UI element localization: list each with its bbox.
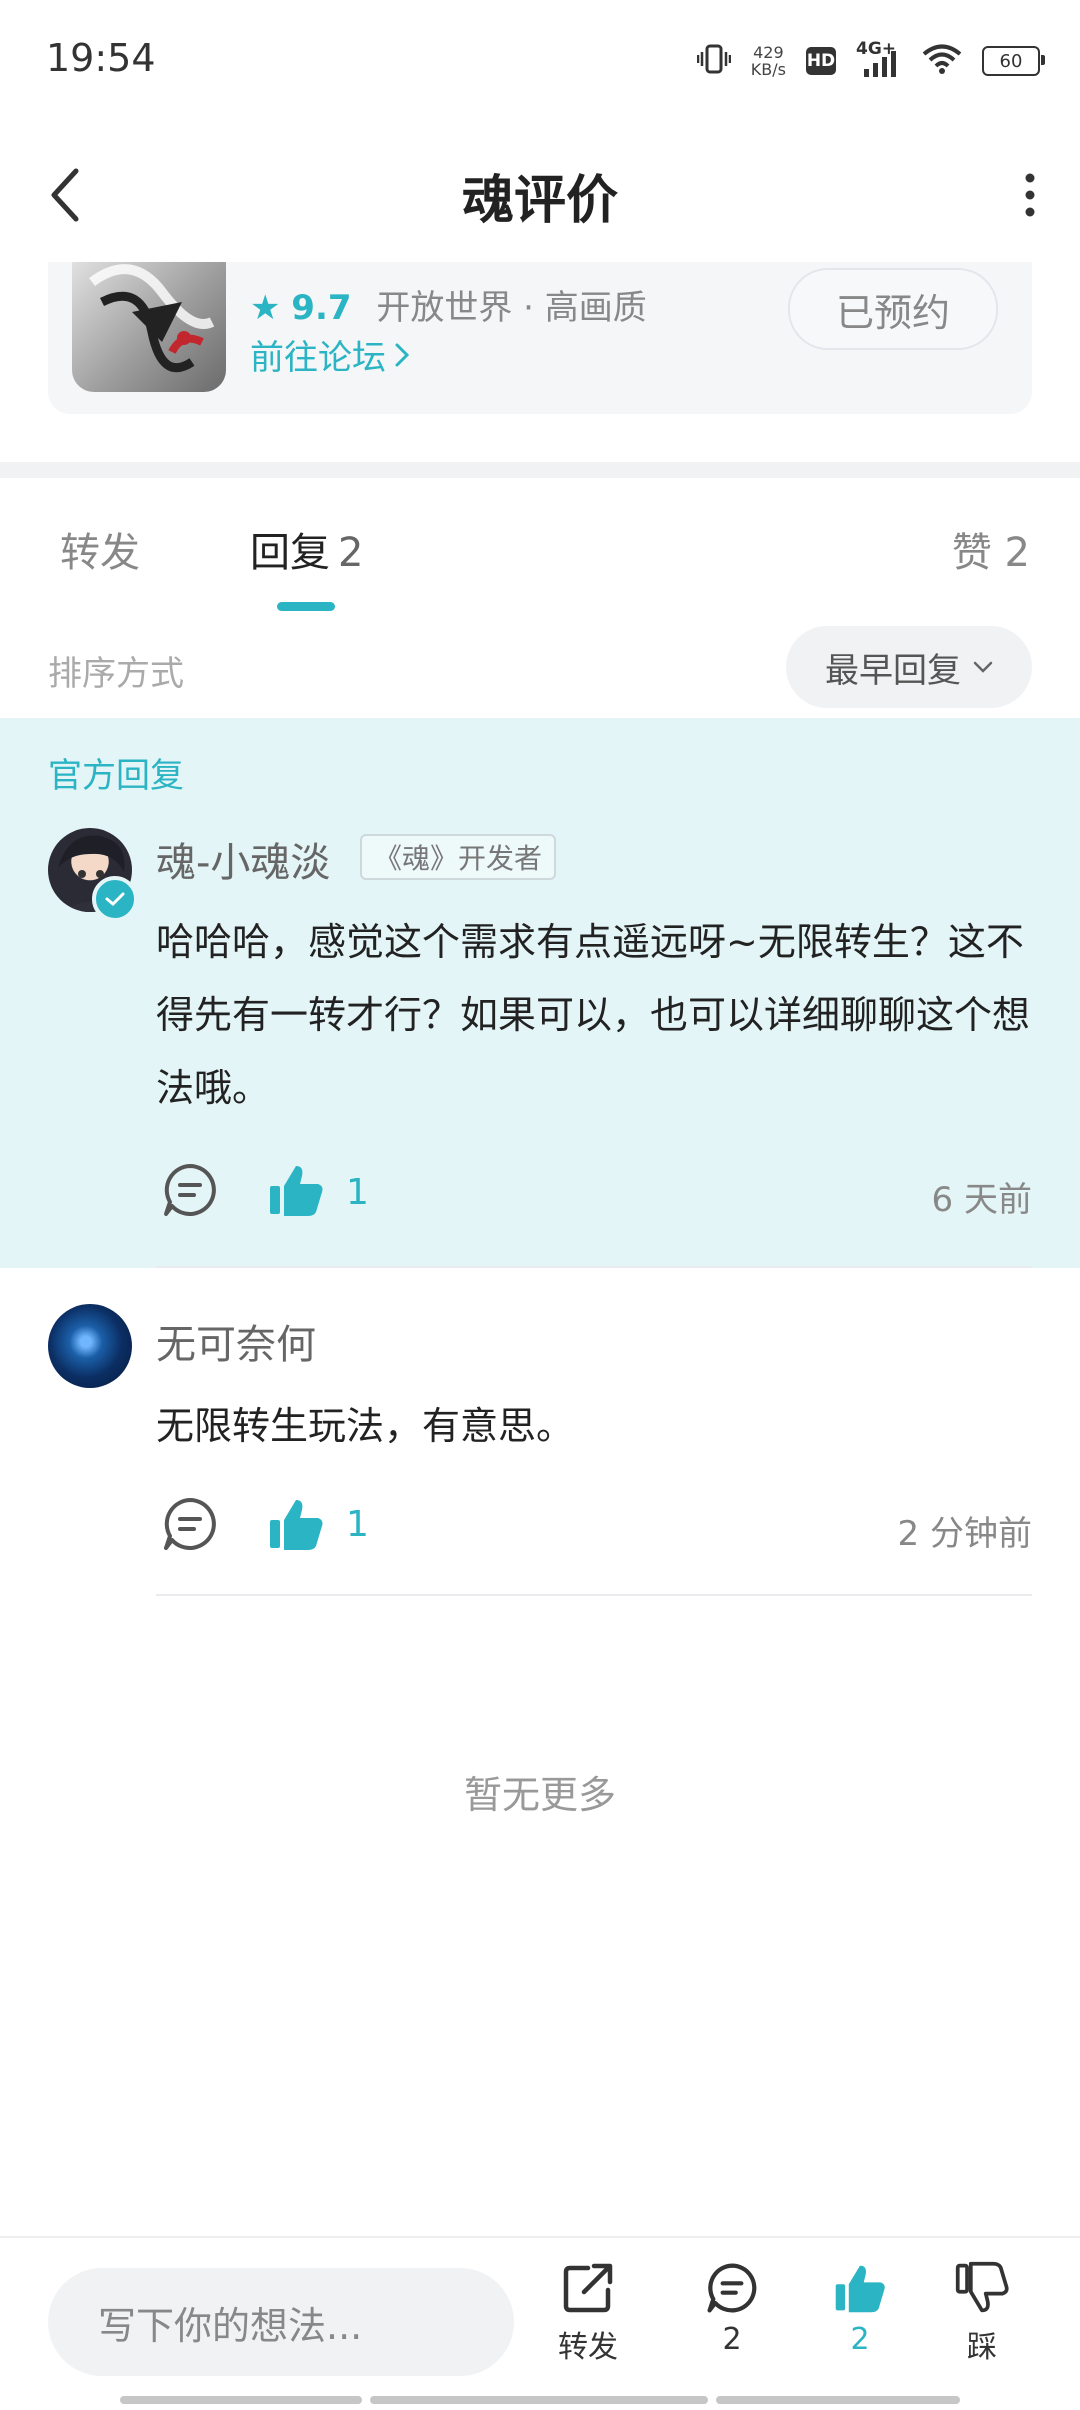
comment-icon [164,1164,216,1216]
status-bar: 19:54 429 KB/s HD 4G+ 60 [0,0,1080,120]
sort-label: 排序方式 [48,654,184,694]
hd-icon: HD [806,47,836,75]
header: 魂评价 [0,120,1080,270]
official-reply-label: 官方回复 [48,756,184,796]
bottom-bar: 写下你的想法... 转发 2 2 踩 [0,2236,1080,2410]
game-icon [72,262,226,392]
sort-selected: 最早回复 [825,650,961,691]
sort-dropdown[interactable]: 最早回复 [786,626,1032,708]
page-title: 魂评价 [461,171,618,231]
like-button[interactable]: 2 [810,2260,910,2357]
comment-text: 哈哈哈，感觉这个需求有点遥远呀~无限转生？这不得先有一转才行？如果可以，也可以详… [156,920,1031,1110]
reply-button[interactable] [160,1494,220,1554]
share-icon [563,2263,613,2313]
status-icons: 429 KB/s HD 4G+ 60 [696,36,1045,86]
verified-icon [92,876,138,922]
tab-reply-count: 2 [338,530,364,576]
nav-handle [370,2396,708,2404]
thumbs-down-icon [955,2261,1009,2313]
tab-reply-label: 回复 [250,530,330,576]
avatar[interactable] [48,1304,132,1388]
comment-text: 无限转生玩法，有意思。 [156,1404,575,1448]
game-meta: ★ 9.7 开放世界 · 高画质 [250,280,647,329]
like-count: 1 [346,1504,369,1545]
author-name[interactable]: 魂-小魂淡 [156,830,330,888]
thumbs-up-icon [270,1500,323,1550]
wifi-icon [922,43,962,79]
battery-icon: 60 [982,46,1045,76]
forum-link[interactable]: 前往论坛 [250,330,410,379]
author-name[interactable]: 无可奈何 [156,1312,316,1370]
tab-repost[interactable]: 转发 [60,520,140,578]
forum-link-label: 前往论坛 [250,338,386,378]
dislike-button[interactable]: 踩 [932,2260,1032,2366]
star-icon: ★ [250,288,281,328]
row-divider [156,1266,1032,1268]
reserved-button[interactable]: 已预约 [788,268,998,350]
comment-count: 2 [722,2322,742,2357]
like-count: 1 [346,1172,369,1213]
comment-input[interactable]: 写下你的想法... [48,2268,514,2376]
comment-time: 2 分钟前 [897,1514,1032,1554]
more-vertical-icon [1025,173,1035,217]
comment-button[interactable]: 2 [682,2260,782,2357]
dislike-label: 踩 [967,2330,997,2365]
net-speed: 429 KB/s [750,43,786,79]
chevron-right-icon [395,343,410,366]
official-reply-section: 官方回复 魂-小魂淡 《魂》开发者 哈哈哈，感觉这个需求有点遥远呀~无限转生？这… [0,718,1080,1268]
reply-button[interactable] [160,1160,220,1220]
comment-icon [164,1498,216,1550]
thumbs-up-icon [835,2265,885,2313]
status-time: 19:54 [46,36,156,80]
nav-handle [120,2396,362,2404]
repost-label: 转发 [558,2330,618,2365]
like-button[interactable] [266,1160,326,1220]
tab-like[interactable]: 赞 2 [952,520,1030,578]
vibrate-icon [696,42,732,80]
comment-time: 6 天前 [931,1180,1032,1220]
active-tab-indicator [277,602,335,611]
signal-icon: 4G+ [856,39,902,81]
chevron-down-icon [973,661,993,673]
like-count: 2 [850,2322,870,2357]
developer-badge: 《魂》开发者 [360,834,557,880]
like-button[interactable] [266,1494,326,1554]
more-options-button[interactable] [1000,160,1060,230]
tab-reply[interactable]: 回复 2 [250,520,363,578]
game-rating: 9.7 [291,288,352,328]
no-more-text: 暂无更多 [463,1773,616,1817]
nav-handle [716,2396,960,2404]
comment-icon [707,2263,757,2313]
row-divider [156,1594,1032,1596]
repost-button[interactable]: 转发 [538,2260,638,2366]
section-divider [0,462,1080,478]
game-tags: 开放世界 · 高画质 [376,288,647,328]
thumbs-up-icon [270,1166,323,1216]
game-card[interactable]: ★ 9.7 开放世界 · 高画质 前往论坛 已预约 [48,262,1032,414]
